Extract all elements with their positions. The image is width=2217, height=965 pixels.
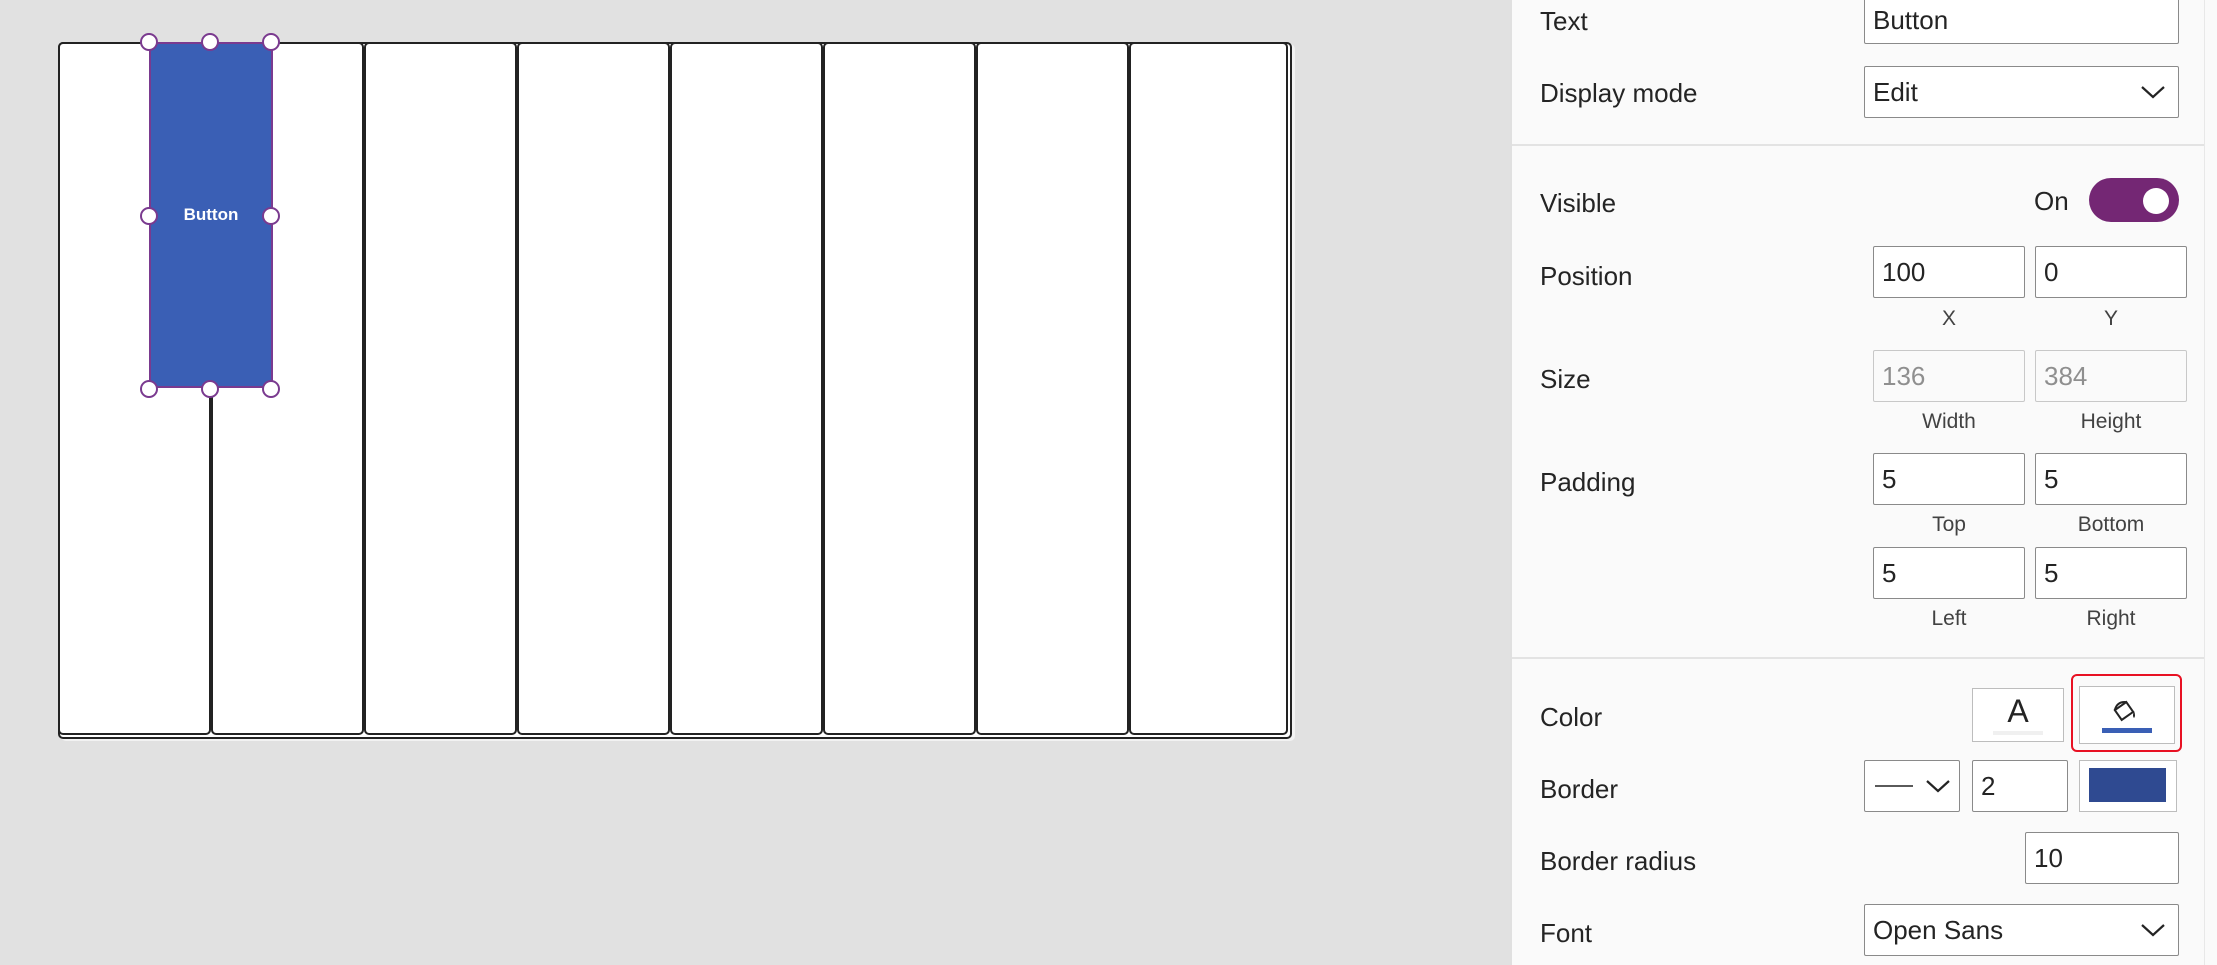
text-property-label: Text [1540, 6, 1588, 36]
selected-button[interactable]: Button [149, 42, 273, 388]
text-color-indicator [1993, 731, 2043, 735]
section-divider [1512, 144, 2204, 146]
border-radius-input[interactable]: 10 [2025, 832, 2179, 884]
border-thickness-value: 2 [1981, 770, 1996, 801]
chevron-down-icon [2141, 86, 2165, 99]
text-property-value: Button [1873, 4, 1949, 35]
font-value: Open Sans [1873, 914, 2004, 945]
chevron-down-icon [2141, 924, 2165, 937]
font-color-icon: A [2007, 693, 2029, 729]
resize-handle-left[interactable] [140, 207, 158, 225]
color-label: Color [1540, 702, 1603, 732]
piano-key[interactable] [670, 42, 823, 735]
padding-top-input[interactable]: 5 [1873, 453, 2025, 505]
position-x-input[interactable]: 100 [1873, 246, 2025, 298]
display-mode-value: Edit [1873, 76, 1918, 107]
size-width-value: 136 [1882, 360, 1926, 391]
size-width-input[interactable]: 136 [1873, 350, 2025, 402]
padding-right-value: 5 [2044, 557, 2059, 588]
position-y-caption: Y [2103, 307, 2118, 330]
resize-handle-top[interactable] [201, 33, 219, 51]
font-dropdown[interactable]: Open Sans [1864, 904, 2179, 956]
display-mode-label: Display mode [1540, 78, 1698, 108]
visible-state-text: On [2034, 186, 2069, 216]
border-thickness-input[interactable]: 2 [1972, 760, 2068, 812]
padding-bottom-input[interactable]: 5 [2035, 453, 2187, 505]
visible-label: Visible [1540, 188, 1617, 218]
size-height-input[interactable]: 384 [2035, 350, 2187, 402]
padding-bottom-value: 5 [2044, 463, 2059, 494]
text-property-input[interactable]: Button [1864, 0, 2179, 44]
visible-toggle[interactable] [2089, 178, 2179, 222]
piano-key[interactable] [364, 42, 517, 735]
border-style-dropdown[interactable] [1864, 760, 1960, 812]
padding-top-value: 5 [1882, 463, 1897, 494]
highlight-box [2071, 674, 2182, 752]
text-color-button[interactable]: A [1972, 688, 2064, 742]
resize-handle-bottom[interactable] [201, 380, 219, 398]
padding-top-caption: Top [1932, 513, 1966, 536]
padding-left-input[interactable]: 5 [1873, 547, 2025, 599]
piano-key[interactable] [517, 42, 670, 735]
resize-handle-top-right[interactable] [262, 33, 280, 51]
chevron-down-icon [1926, 780, 1950, 793]
resize-handle-bottom-left[interactable] [140, 380, 158, 398]
border-color-swatch [2089, 768, 2166, 802]
panel-scrollbar-track[interactable] [2204, 0, 2217, 965]
position-y-input[interactable]: 0 [2035, 246, 2187, 298]
piano-key[interactable] [1129, 42, 1288, 735]
size-width-caption: Width [1922, 410, 1976, 433]
resize-handle-right[interactable] [262, 207, 280, 225]
display-mode-dropdown[interactable]: Edit [1864, 66, 2179, 118]
resize-handle-bottom-right[interactable] [262, 380, 280, 398]
padding-right-caption: Right [2086, 607, 2136, 630]
padding-label: Padding [1540, 467, 1636, 497]
canvas-area: Button [0, 0, 1510, 965]
position-label: Position [1540, 261, 1633, 291]
solid-line-icon [1875, 785, 1913, 787]
resize-handle-top-left[interactable] [140, 33, 158, 51]
position-x-value: 100 [1882, 256, 1926, 287]
toggle-knob [2143, 188, 2169, 214]
size-height-caption: Height [2080, 410, 2142, 433]
border-radius-label: Border radius [1540, 846, 1697, 876]
piano-key[interactable] [976, 42, 1129, 735]
position-x-caption: X [1941, 307, 1956, 330]
border-radius-value: 10 [2034, 842, 2063, 873]
position-y-value: 0 [2044, 256, 2059, 287]
piano-key[interactable] [823, 42, 976, 735]
size-label: Size [1540, 364, 1591, 394]
section-divider [1512, 657, 2204, 659]
border-label: Border [1540, 774, 1619, 804]
padding-left-value: 5 [1882, 557, 1897, 588]
padding-bottom-caption: Bottom [2077, 513, 2145, 536]
font-label: Font [1540, 918, 1593, 948]
size-height-value: 384 [2044, 360, 2088, 391]
padding-left-caption: Left [1931, 607, 1967, 630]
padding-right-input[interactable]: 5 [2035, 547, 2187, 599]
button-label: Button [183, 205, 239, 224]
